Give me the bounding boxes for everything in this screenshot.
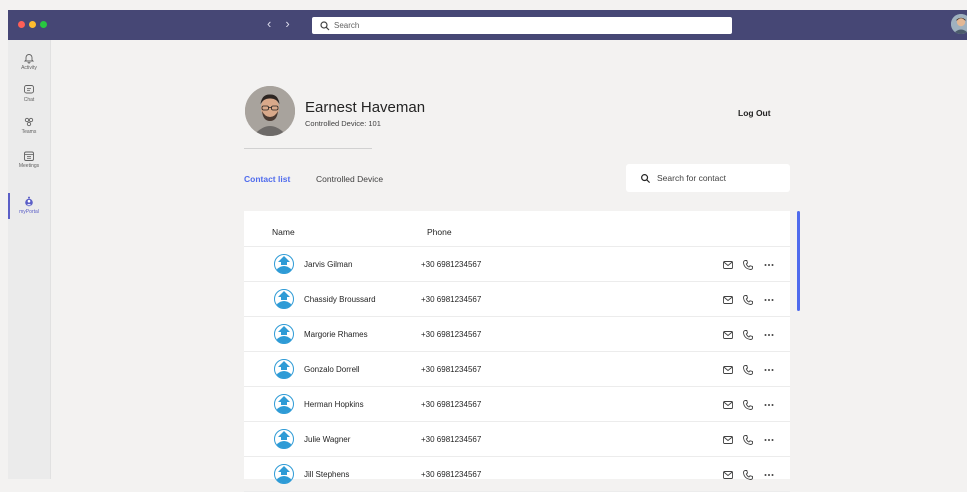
global-search[interactable] (312, 17, 732, 34)
phone-icon[interactable] (742, 328, 754, 340)
zoom-window-button[interactable] (40, 21, 47, 28)
tab-contact-list[interactable]: Contact list (244, 174, 290, 184)
forward-arrow-icon[interactable]: › (285, 16, 289, 31)
mail-icon[interactable] (722, 293, 734, 305)
contact-phone: +30 6981234567 (421, 435, 482, 444)
rail-item-label: Teams (21, 129, 37, 135)
rail-item-label: Activity (21, 65, 37, 71)
more-icon[interactable] (763, 363, 775, 375)
contact-search-input[interactable] (657, 173, 777, 183)
rail-item-meetings[interactable]: Meetings (8, 150, 50, 169)
table-row[interactable]: Jill Stephens +30 6981234567 (244, 457, 790, 492)
user-avatar[interactable] (951, 14, 967, 34)
contact-phone: +30 6981234567 (421, 470, 482, 479)
mail-icon[interactable] (722, 433, 734, 445)
profile-avatar (245, 86, 295, 136)
contact-name: Jill Stephens (304, 470, 350, 479)
user-avatar-photo (951, 14, 967, 34)
myportal-icon (25, 196, 33, 207)
contact-avatar-icon (274, 429, 294, 449)
mail-icon[interactable] (722, 468, 734, 480)
bell-icon (23, 54, 35, 64)
table-row[interactable]: Jarvis Gilman +30 6981234567 (244, 247, 790, 282)
contact-name: Margorie Rhames (304, 330, 368, 339)
mail-icon[interactable] (722, 258, 734, 270)
contact-phone: +30 6981234567 (421, 295, 482, 304)
phone-icon[interactable] (742, 258, 754, 270)
column-header-phone: Phone (427, 227, 452, 237)
close-window-button[interactable] (18, 21, 25, 28)
history-nav: ‹ › (267, 16, 290, 31)
more-icon[interactable] (763, 258, 775, 270)
tab-controlled-device[interactable]: Controlled Device (316, 174, 383, 184)
scrollbar[interactable] (797, 211, 800, 311)
more-icon[interactable] (763, 468, 775, 480)
table-row[interactable]: Margorie Rhames +30 6981234567 (244, 317, 790, 352)
contact-avatar-icon (274, 324, 294, 344)
search-icon (320, 20, 330, 30)
window-controls (18, 21, 47, 28)
more-icon[interactable] (763, 398, 775, 410)
contact-name: Julie Wagner (304, 435, 351, 444)
table-row[interactable]: Chassidy Broussard +30 6981234567 (244, 282, 790, 317)
contact-avatar-icon (274, 289, 294, 309)
contact-avatar-icon (274, 464, 294, 484)
rail-item-activity[interactable]: Activity (8, 52, 50, 71)
contact-search[interactable] (626, 164, 790, 192)
contact-phone: +30 6981234567 (421, 330, 482, 339)
profile-divider (244, 148, 372, 149)
more-icon[interactable] (763, 328, 775, 340)
global-search-input[interactable] (334, 21, 714, 30)
mail-icon[interactable] (722, 398, 734, 410)
profile-name: Earnest Haveman (305, 99, 426, 116)
contact-name: Jarvis Gilman (304, 260, 353, 269)
teams-icon (24, 117, 34, 127)
log-out-button[interactable]: Log Out (738, 108, 771, 118)
rail-item-myportal[interactable]: myPortal (8, 196, 50, 215)
contact-phone: +30 6981234567 (421, 260, 482, 269)
chat-icon (24, 85, 34, 94)
phone-icon[interactable] (742, 363, 754, 375)
more-icon[interactable] (763, 433, 775, 445)
rail-item-label: Chat (23, 97, 35, 103)
rail-item-label: myPortal (19, 209, 39, 215)
phone-icon[interactable] (742, 468, 754, 480)
table-row[interactable]: Gonzalo Dorrell +30 6981234567 (244, 352, 790, 387)
contacts-table: Name Phone Jarvis Gilman +30 6981234567 Ch… (244, 211, 790, 492)
controlled-device-label: Controlled Device: 101 (305, 119, 381, 128)
table-row[interactable]: Herman Hopkins +30 6981234567 (244, 387, 790, 422)
rail-item-chat[interactable]: Chat (8, 84, 50, 103)
more-icon[interactable] (763, 293, 775, 305)
contact-phone: +30 6981234567 (421, 365, 482, 374)
contact-phone: +30 6981234567 (421, 400, 482, 409)
rail-item-teams[interactable]: Teams (8, 116, 50, 135)
calendar-icon (24, 151, 34, 161)
back-arrow-icon[interactable]: ‹ (267, 16, 271, 31)
phone-icon[interactable] (742, 433, 754, 445)
column-header-name: Name (272, 227, 295, 237)
contact-name: Gonzalo Dorrell (304, 365, 360, 374)
table-header: Name Phone (244, 211, 790, 247)
contact-avatar-icon (274, 359, 294, 379)
contact-name: Herman Hopkins (304, 400, 364, 409)
rail-item-label: Meetings (18, 163, 40, 169)
title-bar: ‹ › (8, 10, 967, 40)
mail-icon[interactable] (722, 363, 734, 375)
app-rail: Activity Chat Teams Meetings myPortal (8, 40, 51, 479)
minimize-window-button[interactable] (29, 21, 36, 28)
profile-photo (245, 86, 295, 136)
search-icon (641, 173, 651, 183)
contact-name: Chassidy Broussard (304, 295, 376, 304)
contact-avatar-icon (274, 394, 294, 414)
mail-icon[interactable] (722, 328, 734, 340)
contact-avatar-icon (274, 254, 294, 274)
table-row[interactable]: Julie Wagner +30 6981234567 (244, 422, 790, 457)
phone-icon[interactable] (742, 398, 754, 410)
phone-icon[interactable] (742, 293, 754, 305)
